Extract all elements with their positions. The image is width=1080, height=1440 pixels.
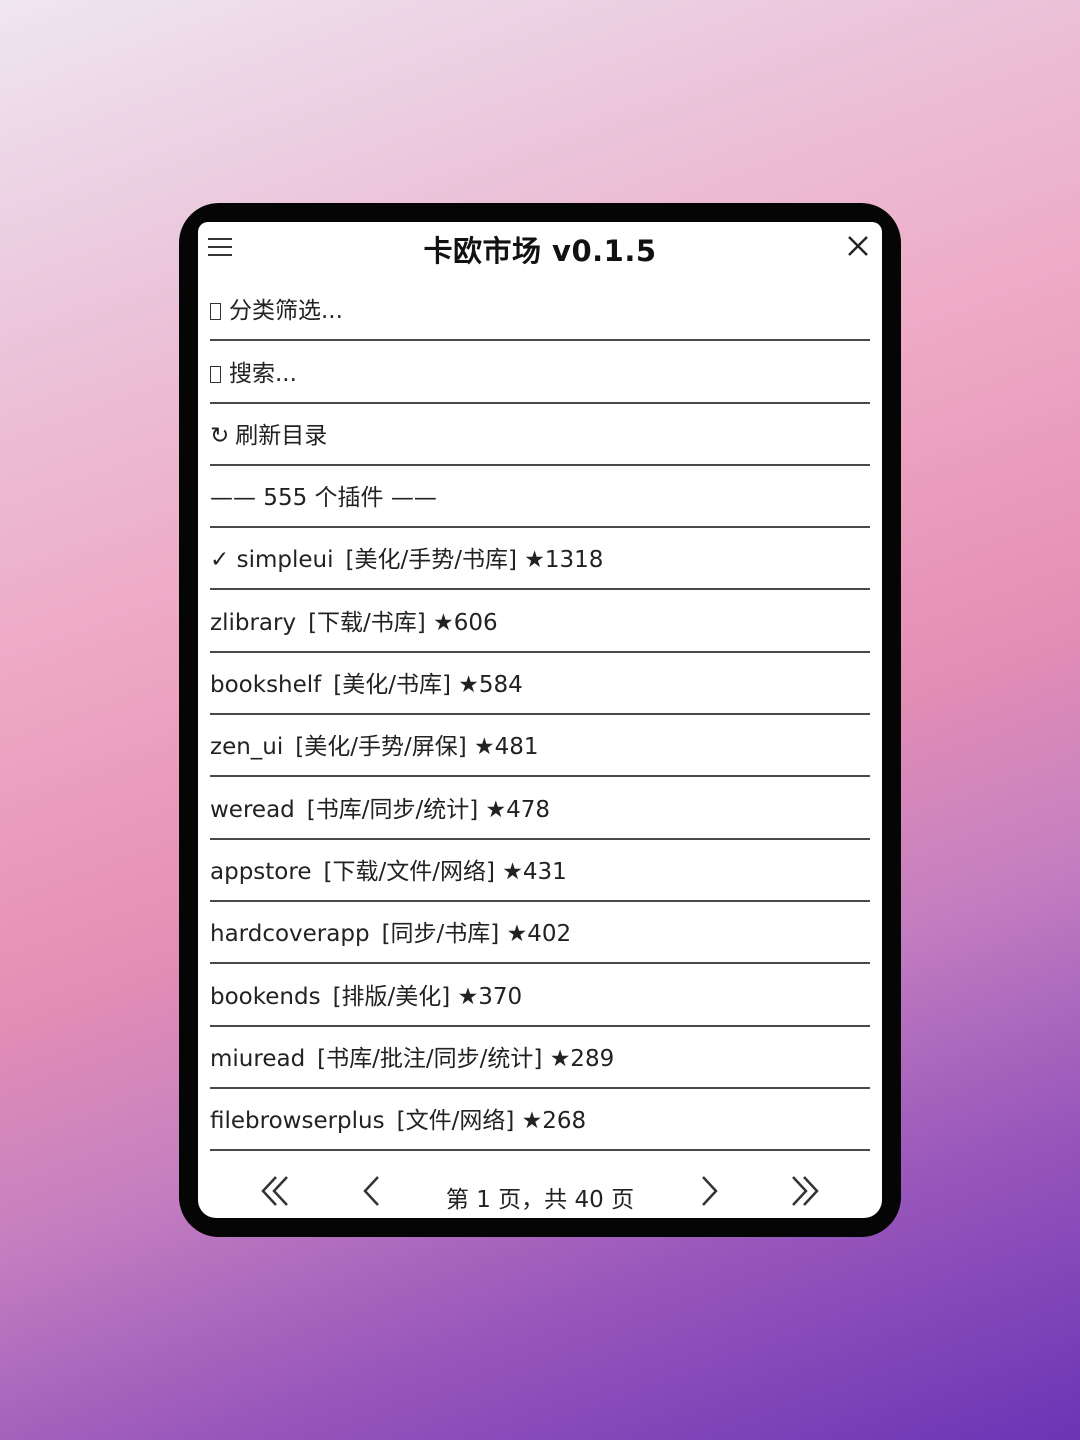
plugin-tags: [书库/同步/统计] [306,796,479,823]
filter-icon [210,303,221,321]
plugin-tags: [同步/书库] [381,921,500,948]
plugin-name: bookends [210,983,321,1010]
plugin-tags: [文件/网络] [396,1108,515,1135]
plugin-rows: ✓ simpleui [美化/手势/书库] ★1318 zlibrary [下载/书库… [210,528,870,1152]
app-title: 卡欧市场 v0.1.5 [423,234,657,268]
plugin-menu-list: 分类筛选... 搜索... ↻ 刷新目录 —— 555 个插件 —— ✓ simp… [210,279,870,1152]
chevron-right-icon[interactable] [690,1174,730,1208]
search-label-text: 搜索... [229,360,297,387]
ereader-screen: 卡欧市场 v0.1.5 分类筛选... 搜索... ↻ 刷新目录 —— 555 个… [198,222,882,1218]
plugin-row-text: bookends [排版/美化] ★370 [210,977,522,1011]
search-menu-item-label: 搜索... [210,354,297,388]
plugin-name: weread [210,796,295,823]
plugin-tags: [书库/批注/同步/统计] [317,1045,543,1072]
plugin-stars: ★268 [521,1108,587,1135]
refresh-icon: ↻ [210,422,230,449]
plugin-row-simpleui[interactable]: ✓ simpleui [美化/手势/书库] ★1318 [210,528,870,591]
filter-menu-item[interactable]: 分类筛选... [210,279,870,342]
plugin-row-bookshelf[interactable]: bookshelf [美化/书库] ★584 [210,653,870,716]
plugin-stars: ★606 [433,609,498,636]
plugin-stars: ★431 [502,858,567,885]
plugin-row-text: appstore [下载/文件/网络] ★431 [210,852,567,886]
double-chevron-right-icon[interactable] [784,1174,824,1208]
plugin-count-row: —— 555 个插件 —— [210,466,870,529]
plugin-row-text: bookshelf [美化/书库] ★584 [210,665,523,699]
filter-menu-item-label: 分类筛选... [210,291,343,325]
plugin-stars: ★584 [458,672,523,699]
page-indicator: 第 1 页，共 40 页 [445,1187,635,1213]
plugin-stars: ★402 [506,921,572,948]
plugin-row-filebrowserplus[interactable]: filebrowserplus [文件/网络] ★268 [210,1089,870,1152]
plugin-name: bookshelf [210,672,322,699]
installed-checkmark: ✓ [210,547,237,574]
plugin-tags: [美化/手势/书库] [345,547,517,574]
plugin-tags: [排版/美化] [332,983,451,1010]
plugin-name: filebrowserplus [210,1108,385,1135]
plugin-tags: [下载/文件/网络] [323,858,495,885]
search-menu-item[interactable]: 搜索... [210,341,870,404]
refresh-menu-item[interactable]: ↻ 刷新目录 [210,404,870,466]
plugin-stars: ★289 [549,1045,615,1072]
plugin-stars: ★481 [474,734,539,761]
plugin-row-bookends[interactable]: bookends [排版/美化] ★370 [210,964,870,1027]
plugin-name: appstore [210,858,312,885]
plugin-row-weread[interactable]: weread [书库/同步/统计] ★478 [210,777,870,840]
plugin-stars: ★478 [485,796,551,823]
plugin-tags: [美化/书库] [333,672,451,699]
title-bar: 卡欧市场 v0.1.5 [198,222,882,272]
plugin-tags: [美化/手势/屏保] [295,734,467,761]
plugin-stars: ★1318 [524,547,604,574]
pagination-bar: 第 1 页，共 40 页 [198,1162,882,1218]
plugin-stars: ★370 [457,983,523,1010]
plugin-row-text: filebrowserplus [文件/网络] ★268 [210,1101,586,1135]
filter-label-text: 分类筛选... [229,298,343,325]
plugin-name: zen_ui [210,734,284,761]
plugin-row-text: ✓ simpleui [美化/手势/书库] ★1318 [210,540,603,574]
refresh-label-text: 刷新目录 [235,422,328,449]
plugin-row-text: zen_ui [美化/手势/屏保] ★481 [210,727,539,761]
plugin-name: zlibrary [210,609,297,636]
plugin-name: miuread [210,1045,306,1072]
plugin-row-appstore[interactable]: appstore [下载/文件/网络] ★431 [210,840,870,902]
refresh-menu-item-label: ↻ 刷新目录 [210,416,327,450]
plugin-row-zlibrary[interactable]: zlibrary [下载/书库] ★606 [210,590,870,653]
plugin-name: simpleui [236,547,334,574]
plugin-name: hardcoverapp [210,921,370,948]
plugin-row-hardcoverapp[interactable]: hardcoverapp [同步/书库] ★402 [210,902,870,965]
plugin-row-zen_ui[interactable]: zen_ui [美化/手势/屏保] ★481 [210,715,870,778]
plugin-count-label: —— 555 个插件 —— [210,485,437,512]
plugin-row-text: zlibrary [下载/书库] ★606 [210,603,498,637]
plugin-row-text: weread [书库/同步/统计] ★478 [210,790,550,824]
plugin-tags: [下载/书库] [308,609,426,636]
close-icon[interactable] [846,234,870,258]
plugin-row-text: miuread [书库/批注/同步/统计] ★289 [210,1039,614,1073]
plugin-row-text: hardcoverapp [同步/书库] ★402 [210,914,571,948]
plugin-row-miuread[interactable]: miuread [书库/批注/同步/统计] ★289 [210,1027,870,1089]
search-icon [210,365,221,383]
